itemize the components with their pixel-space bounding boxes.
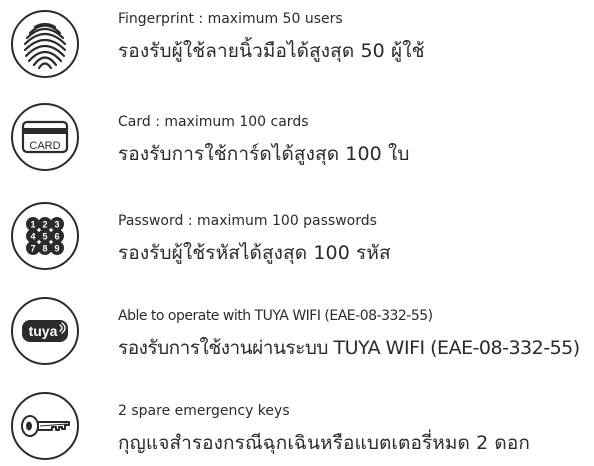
keypad-digit: 2	[42, 219, 47, 229]
keypad-digit: 5	[42, 231, 47, 241]
feature-thai-description: รองรับการใช้การ์ดได้สูงสุด 100 ใบ	[118, 143, 410, 165]
keypad-digit: 9	[54, 243, 59, 253]
feature-title: 2 spare emergency keys	[118, 403, 290, 419]
feature-title: Card : maximum 100 cards	[118, 114, 309, 130]
feature-card: CARD Card : maximum 100 cards รองรับการใ…	[0, 95, 594, 175]
keypad-digit: 3	[54, 219, 59, 229]
keypad-digit: 1	[30, 219, 35, 229]
fingerprint-icon	[11, 10, 79, 78]
tuya-logo-label: tuya	[29, 323, 58, 339]
feature-thai-description: กุญแจสำรองกรณีฉุกเฉินหรือแบตเตอรี่หมด 2 …	[118, 432, 530, 454]
feature-thai-description: รองรับผู้ใช้ลายนิ้วมือได้สูงสุด 50 ผู้ใช…	[118, 40, 425, 62]
feature-emergency-keys: 2 spare emergency keys กุญแจสำรองกรณีฉุก…	[0, 384, 594, 464]
keypad-digit: 4	[30, 231, 35, 241]
tuya-logo-icon: tuya	[11, 297, 79, 365]
feature-password: 1 2 3 4 5 6 7 8 9 Password : maximum 100…	[0, 194, 594, 274]
feature-title: Able to operate with TUYA WIFI (EAE-08-3…	[118, 308, 433, 324]
keypad-digit: 6	[54, 231, 59, 241]
feature-title: Fingerprint : maximum 50 users	[118, 11, 343, 27]
keypad-digit: 8	[42, 243, 47, 253]
feature-thai-description: รองรับการใช้งานผ่านระบบ TUYA WIFI (EAE-0…	[118, 337, 580, 359]
key-icon	[11, 392, 79, 460]
card-icon-label: CARD	[29, 140, 60, 152]
feature-tuya-wifi: tuya Able to operate with TUYA WIFI (EAE…	[0, 289, 594, 369]
feature-fingerprint: Fingerprint : maximum 50 users รองรับผู้…	[0, 2, 594, 82]
feature-title: Password : maximum 100 passwords	[118, 213, 377, 229]
feature-thai-description: รองรับผู้ใช้รหัสได้สูงสุด 100 รหัส	[118, 242, 391, 264]
card-icon: CARD	[11, 103, 79, 171]
keypad-icon: 1 2 3 4 5 6 7 8 9	[11, 202, 79, 270]
keypad-digit: 7	[30, 243, 35, 253]
